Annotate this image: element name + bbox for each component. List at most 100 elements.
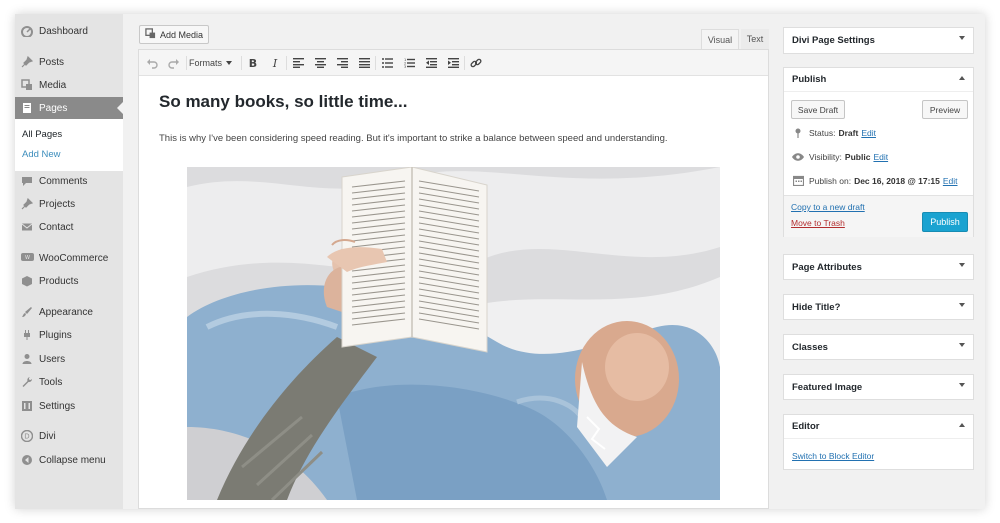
post-paragraph[interactable]: This is why I've been considering speed … [159,133,668,144]
menu-item-products[interactable]: Products [15,270,123,292]
divi-page-settings-box: Divi Page Settings [783,27,974,54]
bullet-list-icon[interactable] [378,54,396,72]
comment-icon [20,174,34,188]
wp-admin-window: Dashboard Posts Media Pages All Pages Ad… [15,14,985,509]
edit-visibility-link[interactable]: Edit [873,152,888,162]
visibility-value: Public [844,152,871,162]
divi-page-settings-header[interactable]: Divi Page Settings [784,28,973,52]
numbered-list-icon[interactable]: 123 [400,54,418,72]
align-justify-icon[interactable] [355,54,373,72]
caret-down-icon [959,303,965,307]
menu-item-comments[interactable]: Comments [15,170,123,192]
post-image[interactable] [187,167,720,500]
caret-down-icon [226,61,233,65]
menu-item-media[interactable]: Media [15,74,123,96]
preview-button[interactable]: Preview [922,100,968,119]
publish-actions: Copy to a new draft Move to Trash Publis… [784,195,973,237]
tab-visual[interactable]: Visual [701,29,739,49]
tab-text[interactable]: Text [741,29,769,49]
formats-dropdown[interactable]: Formats [189,54,239,72]
hide-title-title: Hide Title? [792,301,841,313]
page-attributes-title: Page Attributes [792,261,862,273]
formats-label: Formats [189,58,223,68]
align-right-icon[interactable] [333,54,351,72]
classes-title: Classes [792,341,828,353]
menu-item-contact[interactable]: Contact [15,216,123,238]
undo-icon[interactable] [143,54,161,72]
toolbar-separator [464,56,465,70]
featured-image-box: Featured Image [783,374,974,400]
pin-icon [20,197,34,211]
page-attributes-box: Page Attributes [783,254,974,280]
menu-item-projects[interactable]: Projects [15,193,123,215]
menu-item-plugins[interactable]: Plugins [15,324,123,346]
publish-box: Publish Save Draft Preview Status: Draft… [783,67,974,237]
pages-submenu: All Pages Add New [15,119,123,171]
switch-to-block-editor-link[interactable]: Switch to Block Editor [792,451,874,461]
add-media-label: Add Media [160,29,204,40]
outdent-icon[interactable] [422,54,440,72]
menu-label: Divi [39,430,56,442]
menu-item-posts[interactable]: Posts [15,51,123,73]
classes-box: Classes [783,334,974,360]
caret-up-icon [959,76,965,80]
align-left-icon[interactable] [289,54,307,72]
edit-date-link[interactable]: Edit [943,176,958,186]
submenu-all-pages[interactable]: All Pages [22,129,62,140]
indent-icon[interactable] [444,54,462,72]
toolbar-separator [375,56,376,70]
page-attributes-header[interactable]: Page Attributes [784,255,973,279]
editor-settings-header[interactable]: Editor [784,415,973,439]
publish-button[interactable]: Publish [922,212,968,232]
classes-header[interactable]: Classes [784,335,973,359]
caret-up-icon [959,423,965,427]
menu-item-woocommerce[interactable]: W WooCommerce [15,247,123,269]
align-center-icon[interactable] [311,54,329,72]
divi-page-settings-title: Divi Page Settings [792,34,875,46]
menu-label: Dashboard [39,25,88,37]
link-icon[interactable] [467,54,485,72]
copy-to-draft-link[interactable]: Copy to a new draft [791,202,865,212]
featured-image-header[interactable]: Featured Image [784,375,973,399]
edit-status-link[interactable]: Edit [861,128,876,138]
media-icon [20,78,34,92]
caret-down-icon [959,343,965,347]
italic-icon[interactable]: I [266,54,284,72]
bold-icon[interactable]: B [244,54,262,72]
redo-icon[interactable] [165,54,183,72]
menu-label: Posts [39,56,65,68]
menu-label: WooCommerce [39,252,109,264]
menu-label: Projects [39,198,76,210]
menu-item-settings[interactable]: Settings [15,395,123,417]
publish-date-row: Publish on: Dec 16, 2018 @ 17:15 Edit [792,175,958,186]
menu-item-appearance[interactable]: Appearance [15,301,123,323]
menu-item-dashboard[interactable]: Dashboard [15,20,123,42]
caret-down-icon [959,36,965,40]
save-draft-button[interactable]: Save Draft [791,100,845,119]
menu-label: Settings [39,400,76,412]
menu-item-tools[interactable]: Tools [15,371,123,393]
menu-item-divi[interactable]: D Divi [15,425,123,447]
caret-down-icon [959,383,965,387]
menu-item-pages[interactable]: Pages [15,97,123,119]
pin-icon [20,55,34,69]
menu-item-users[interactable]: Users [15,348,123,370]
collapse-icon [20,453,34,467]
dashboard-icon [20,24,34,38]
post-title[interactable]: So many books, so little time... [159,92,407,112]
move-to-trash-link[interactable]: Move to Trash [791,218,845,228]
hide-title-header[interactable]: Hide Title? [784,295,973,319]
publish-on-value: Dec 16, 2018 @ 17:15 [854,175,940,186]
publish-header[interactable]: Publish [784,68,973,92]
svg-text:D: D [24,433,29,441]
add-media-button[interactable]: Add Media [139,25,209,44]
menu-label: Collapse menu [39,454,106,466]
reading-photo-illustration [187,167,720,500]
toolbar-separator [286,56,287,70]
svg-text:W: W [25,255,30,261]
submenu-add-new[interactable]: Add New [22,149,61,160]
eye-icon [792,153,804,161]
toolbar-separator [241,56,242,70]
menu-item-collapse[interactable]: Collapse menu [15,449,123,471]
menu-label: Media [39,79,67,91]
